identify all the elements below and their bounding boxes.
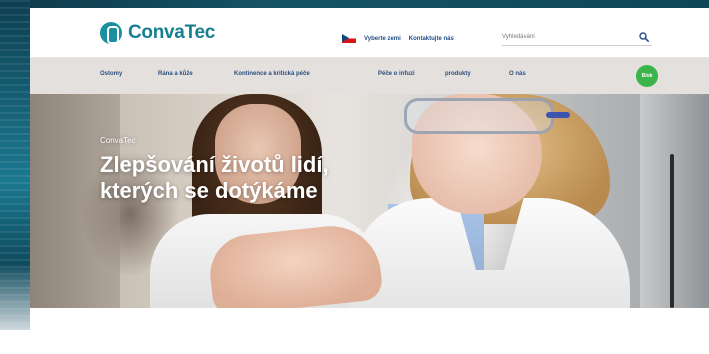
country-select-link[interactable]: Vyberte zemi — [364, 36, 401, 42]
nav-item-products[interactable]: produkty — [445, 71, 509, 77]
background-frame-top — [0, 0, 709, 8]
brand-logo[interactable]: ConvaTec — [100, 21, 215, 45]
nav-item-ostomy[interactable]: Ostomy — [100, 71, 158, 77]
nav-item-continence-critical-care[interactable]: Kontinence a kritická péče — [234, 71, 378, 77]
nav-menu: Ostomy Rána a kůže Kontinence a kritická… — [100, 71, 549, 77]
convatec-logo-icon — [100, 22, 122, 44]
language-selector: Vyberte zemi Kontaktujte nás — [342, 34, 454, 43]
website-page: ConvaTec Vyberte zemi Kontaktujte nás Vy… — [30, 8, 709, 354]
nav-item-about[interactable]: O nás — [509, 71, 549, 77]
nav-item-infusion-care[interactable]: Péče o infuzi — [378, 71, 445, 77]
hero-photo-lab-tube — [670, 154, 674, 308]
hero-kicker: ConvaTec — [100, 136, 136, 145]
nav-item-wound-skin[interactable]: Rána a kůže — [158, 71, 234, 77]
page-content-area — [30, 308, 709, 354]
site-header: ConvaTec Vyberte zemi Kontaktujte nás Vy… — [30, 8, 709, 58]
hero-photo-goggles-strap — [546, 112, 570, 118]
background-frame-left — [0, 0, 30, 330]
main-navigation: Ostomy Rána a kůže Kontinence a kritická… — [30, 58, 709, 94]
contact-link[interactable]: Kontaktujte nás — [409, 36, 454, 42]
czech-flag-icon[interactable] — [342, 34, 356, 43]
search-icon[interactable] — [639, 32, 649, 42]
hero-banner: ConvaTec Zlepšování životů lidí, kterých… — [30, 94, 709, 308]
hero-photo-goggles — [404, 98, 554, 134]
blog-badge-button[interactable]: Blok — [636, 65, 658, 87]
search-input[interactable]: Vyhledávání — [502, 30, 652, 46]
hero-background-right — [640, 94, 709, 308]
brand-name: ConvaTec — [128, 22, 215, 43]
hero-title: Zlepšování životů lidí, kterých se dotýk… — [100, 152, 329, 203]
